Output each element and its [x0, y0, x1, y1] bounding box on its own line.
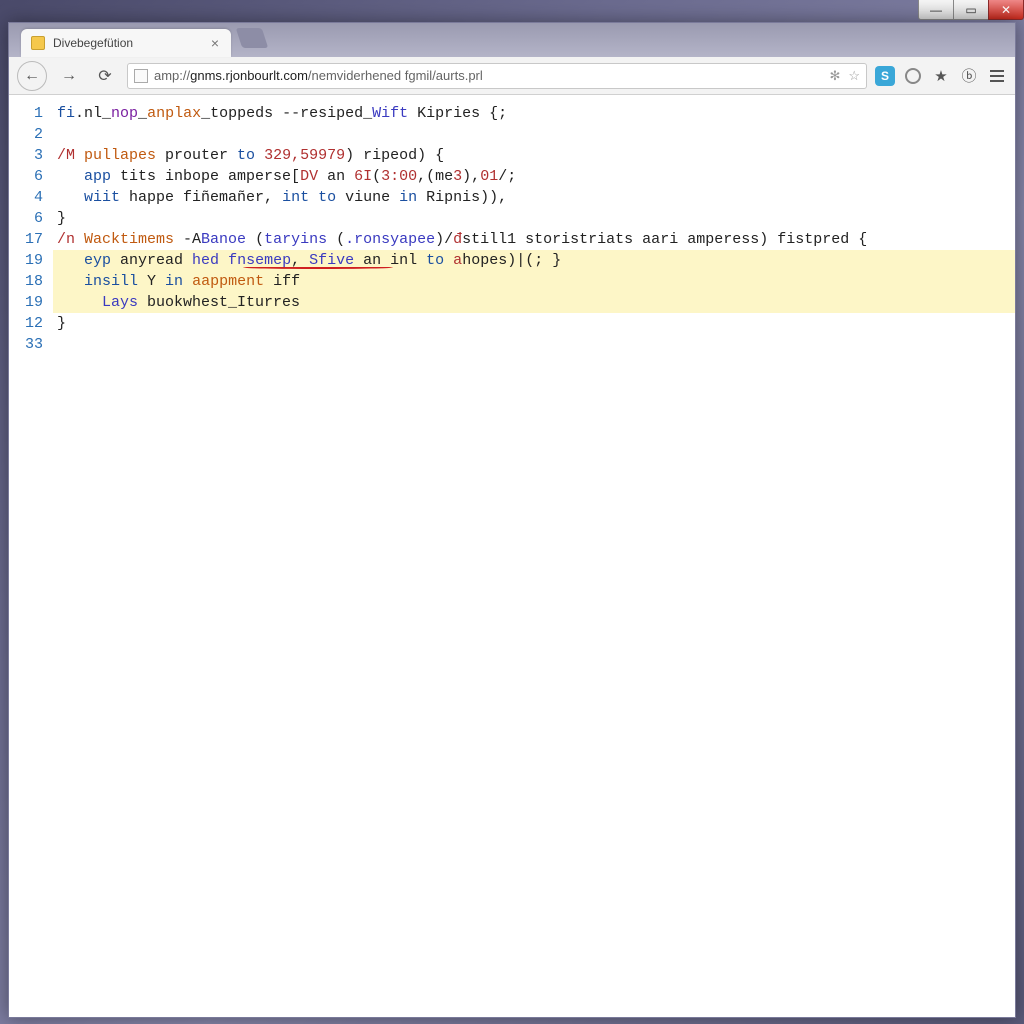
url-host: gnms.rjonbourlt.com — [190, 68, 308, 83]
code-line: } — [57, 208, 1011, 229]
forward-button[interactable]: → — [55, 62, 83, 90]
url-path: /nemviderhened fgmil/aurts.prl — [308, 68, 483, 83]
maximize-button[interactable]: ▭ — [953, 0, 989, 20]
file-icon — [31, 36, 45, 50]
extension-blue-icon[interactable]: S — [875, 66, 895, 86]
star-solid-icon[interactable]: ★ — [931, 66, 951, 86]
line-number: 1 — [13, 103, 43, 124]
error-underline — [243, 266, 393, 269]
page-icon — [134, 69, 148, 83]
new-tab-button[interactable] — [236, 28, 268, 48]
line-number: 6 — [13, 208, 43, 229]
line-number: 17 — [13, 229, 43, 250]
line-number: 33 — [13, 334, 43, 355]
hamburger-menu-icon[interactable] — [987, 66, 1007, 86]
close-window-button[interactable]: ✕ — [988, 0, 1024, 20]
code-viewer: 123646171918191233 fi.nl_nop_anplax_topp… — [9, 95, 1015, 1017]
code-line: wiit happe fiñemañer, int to viune in Ri… — [57, 187, 1011, 208]
minimize-button[interactable]: — — [918, 0, 954, 20]
tab-strip: Divebegefütion × — [9, 23, 1015, 57]
code-area[interactable]: fi.nl_nop_anplax_toppeds --resiped_Wift … — [53, 95, 1015, 1017]
extension-circle-icon[interactable] — [903, 66, 923, 86]
code-line — [57, 334, 1011, 355]
reload-button[interactable]: ⟳ — [91, 62, 119, 90]
address-actions: ✻ ☆ — [829, 68, 860, 84]
code-line: eyp anyread hed fnsemep, Sfive an inl to… — [53, 250, 1015, 271]
code-line: Lays buokwhest_Iturres — [53, 292, 1015, 313]
line-number: 19 — [13, 250, 43, 271]
back-button[interactable]: ← — [17, 61, 47, 91]
code-line: } — [57, 313, 1011, 334]
extension-b-icon[interactable]: ⓑ — [959, 66, 979, 86]
line-number: 2 — [13, 124, 43, 145]
browser-window: Divebegefütion × ← → ⟳ amp://gnms.rjonbo… — [8, 22, 1016, 1018]
bookmark-star-icon[interactable]: ☆ — [848, 68, 860, 84]
close-tab-button[interactable]: × — [209, 35, 221, 51]
line-number: 12 — [13, 313, 43, 334]
code-line — [57, 124, 1011, 145]
circle-icon — [905, 68, 921, 84]
line-number: 4 — [13, 187, 43, 208]
line-number-gutter: 123646171918191233 — [9, 95, 53, 1017]
settings-icon[interactable]: ✻ — [829, 68, 840, 84]
code-line: /M pullapes prouter to 329,59979) ripeod… — [57, 145, 1011, 166]
active-tab[interactable]: Divebegefütion × — [21, 29, 231, 57]
line-number: 19 — [13, 292, 43, 313]
tab-title: Divebegefütion — [53, 36, 133, 50]
toolbar: ← → ⟳ amp://gnms.rjonbourlt.com/nemvider… — [9, 57, 1015, 95]
code-line: fi.nl_nop_anplax_toppeds --resiped_Wift … — [57, 103, 1011, 124]
line-number: 18 — [13, 271, 43, 292]
code-line: /n Wacktimems -ABanoe (taryins (.ronsyap… — [57, 229, 1011, 250]
line-number: 3 — [13, 145, 43, 166]
code-line: app tits inbope amperse[DV an 6I(3:00,(m… — [57, 166, 1011, 187]
url-scheme: amp:// — [154, 68, 190, 83]
code-line: insill Y in aappment iff — [53, 271, 1015, 292]
line-number: 6 — [13, 166, 43, 187]
address-bar[interactable]: amp://gnms.rjonbourlt.com/nemviderhened … — [127, 63, 867, 89]
